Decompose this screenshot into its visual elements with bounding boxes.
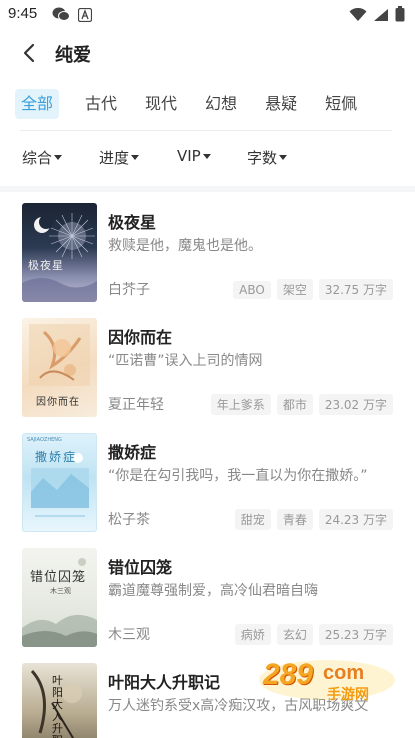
cover-title: 因你而在 <box>36 397 80 408</box>
book-title: 撒娇症 <box>108 443 157 462</box>
signal-icon <box>373 7 389 26</box>
book-word-count: 23.02 万字 <box>318 394 393 415</box>
filter-sort-label: 综合 <box>22 149 53 167</box>
cover-title: 错位囚笼 <box>30 570 87 585</box>
book-cover: 因你而在 <box>22 318 97 417</box>
filter-progress[interactable]: 进度 <box>99 147 140 168</box>
book-item[interactable]: SAJIAOZHENG 撒娇症 撒娇症 “你是在勾引我吗，我一直以为你在撒娇。”… <box>0 433 415 543</box>
book-cover: 极夜星 <box>22 203 97 302</box>
book-cover: SAJIAOZHENG 撒娇症 <box>22 433 97 532</box>
tabs-divider <box>20 130 392 131</box>
tab-modern[interactable]: 现代 <box>145 89 177 119</box>
book-tags: 甜宠 青春 24.23 万字 <box>234 509 393 530</box>
book-word-count: 25.23 万字 <box>318 624 393 645</box>
filter-progress-label: 进度 <box>99 149 130 167</box>
book-tag: 甜宠 <box>234 509 271 530</box>
filter-vip-label: VIP <box>177 147 201 165</box>
status-time: 9:45 <box>8 5 38 22</box>
book-author: 木三观 <box>108 627 150 643</box>
wechat-icon <box>52 7 70 26</box>
filter-wordcount-label: 字数 <box>247 149 278 167</box>
book-author: 松子茶 <box>108 512 150 528</box>
book-tags: 年上爹系 都市 23.02 万字 <box>210 394 393 415</box>
book-tag: 青春 <box>276 509 313 530</box>
filter-wordcount[interactable]: 字数 <box>247 147 288 168</box>
book-tag: 玄幻 <box>276 624 313 645</box>
app-a-icon <box>77 7 93 26</box>
filter-vip[interactable]: VIP <box>177 147 211 165</box>
book-word-count: 32.75 万字 <box>318 279 393 300</box>
category-tabs: 全部 古代 现代 幻想 悬疑 短佩 <box>15 88 385 120</box>
book-item[interactable]: 因你而在 因你而在 “匹诺曹”误入上司的情网 夏正年轻 年上爹系 都市 23.0… <box>0 318 415 428</box>
filter-sort[interactable]: 综合 <box>22 147 63 168</box>
book-tag: ABO <box>233 280 271 299</box>
book-description: 霸道魔尊强制爱，高冷仙君暗自嗨 <box>108 583 318 599</box>
back-arrow-icon[interactable] <box>18 41 42 65</box>
book-title: 叶阳大人升职记 <box>108 673 221 692</box>
cover-author: 木三观 <box>50 587 71 595</box>
book-description: “你是在勾引我吗，我一直以为你在撒娇。” <box>108 468 368 484</box>
section-divider <box>0 186 415 192</box>
book-tag: 病娇 <box>234 624 271 645</box>
tab-fantasy[interactable]: 幻想 <box>205 89 237 119</box>
book-description: 救赎是他，魔鬼也是他。 <box>108 238 262 254</box>
cover-title: 极夜星 <box>28 259 64 272</box>
battery-icon <box>395 6 405 26</box>
page-title: 纯爱 <box>55 45 91 66</box>
book-cover: 错位囚笼 木三观 <box>22 548 97 647</box>
watermark-suffix: com <box>323 662 365 684</box>
book-description: “匹诺曹”误入上司的情网 <box>108 353 263 369</box>
cover-title: 撒娇症 <box>35 450 78 464</box>
tab-ancient[interactable]: 古代 <box>85 89 117 119</box>
cover-subtitle: SAJIAOZHENG <box>27 437 62 443</box>
watermark-logo: 289 com 手游网 <box>257 658 397 704</box>
book-tag: 都市 <box>276 394 313 415</box>
book-title: 错位囚笼 <box>108 558 173 577</box>
book-author: 夏正年轻 <box>108 397 164 413</box>
caret-down-icon <box>279 155 288 160</box>
caret-down-icon <box>131 155 140 160</box>
cover-title: 叶阳大人升职记 <box>52 674 63 738</box>
book-word-count: 24.23 万字 <box>318 509 393 530</box>
watermark-main: 289 <box>263 658 314 691</box>
tab-all[interactable]: 全部 <box>15 89 60 119</box>
book-title: 极夜星 <box>108 213 157 232</box>
book-item[interactable]: 极夜星 极夜星 救赎是他，魔鬼也是他。 白芥子 ABO 架空 32.75 万字 <box>0 203 415 313</box>
header: 纯爱 <box>0 30 415 76</box>
book-item[interactable]: 错位囚笼 木三观 错位囚笼 霸道魔尊强制爱，高冷仙君暗自嗨 木三观 病娇 玄幻 … <box>0 548 415 658</box>
book-author: 白芥子 <box>108 282 150 298</box>
book-cover: 叶阳大人升职记 <box>22 663 97 738</box>
tab-mystery[interactable]: 悬疑 <box>265 89 297 119</box>
book-title: 因你而在 <box>108 328 173 347</box>
caret-down-icon <box>202 153 211 159</box>
tab-short[interactable]: 短佩 <box>325 89 357 119</box>
status-bar: 9:45 <box>0 0 415 30</box>
book-tag: 年上爹系 <box>210 394 271 415</box>
filter-bar: 综合 进度 VIP 字数 <box>0 147 415 173</box>
status-right <box>349 6 405 26</box>
caret-down-icon <box>54 155 63 160</box>
book-tags: ABO 架空 32.75 万字 <box>233 279 393 300</box>
wifi-icon <box>349 7 367 26</box>
book-tag: 架空 <box>276 279 313 300</box>
book-tags: 病娇 玄幻 25.23 万字 <box>234 624 393 645</box>
watermark-sub: 手游网 <box>327 687 369 703</box>
